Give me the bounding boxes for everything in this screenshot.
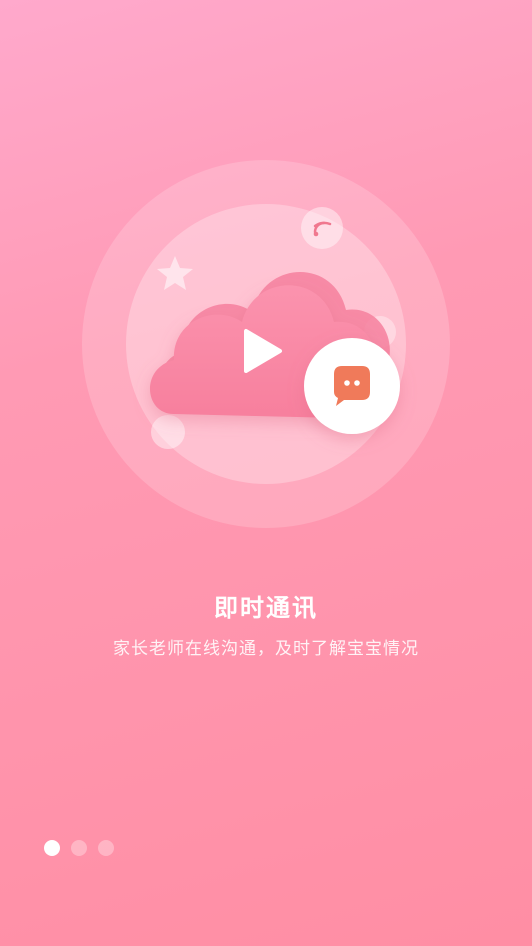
onboarding-screen: 即时通讯 家长老师在线沟通，及时了解宝宝情况 <box>0 0 532 946</box>
wifi-icon <box>301 207 343 249</box>
feature-subtitle: 家长老师在线沟通，及时了解宝宝情况 <box>113 639 419 659</box>
pagination-dot-3[interactable] <box>98 840 114 856</box>
chat-bubble-icon[interactable] <box>304 338 400 434</box>
pagination-dot-1[interactable] <box>44 840 60 856</box>
hero-illustration <box>82 160 450 528</box>
feature-title: 即时通讯 <box>214 594 318 622</box>
pagination-dot-2[interactable] <box>71 840 87 856</box>
decor-bubble-left <box>151 415 185 449</box>
pagination-dots <box>44 840 114 858</box>
